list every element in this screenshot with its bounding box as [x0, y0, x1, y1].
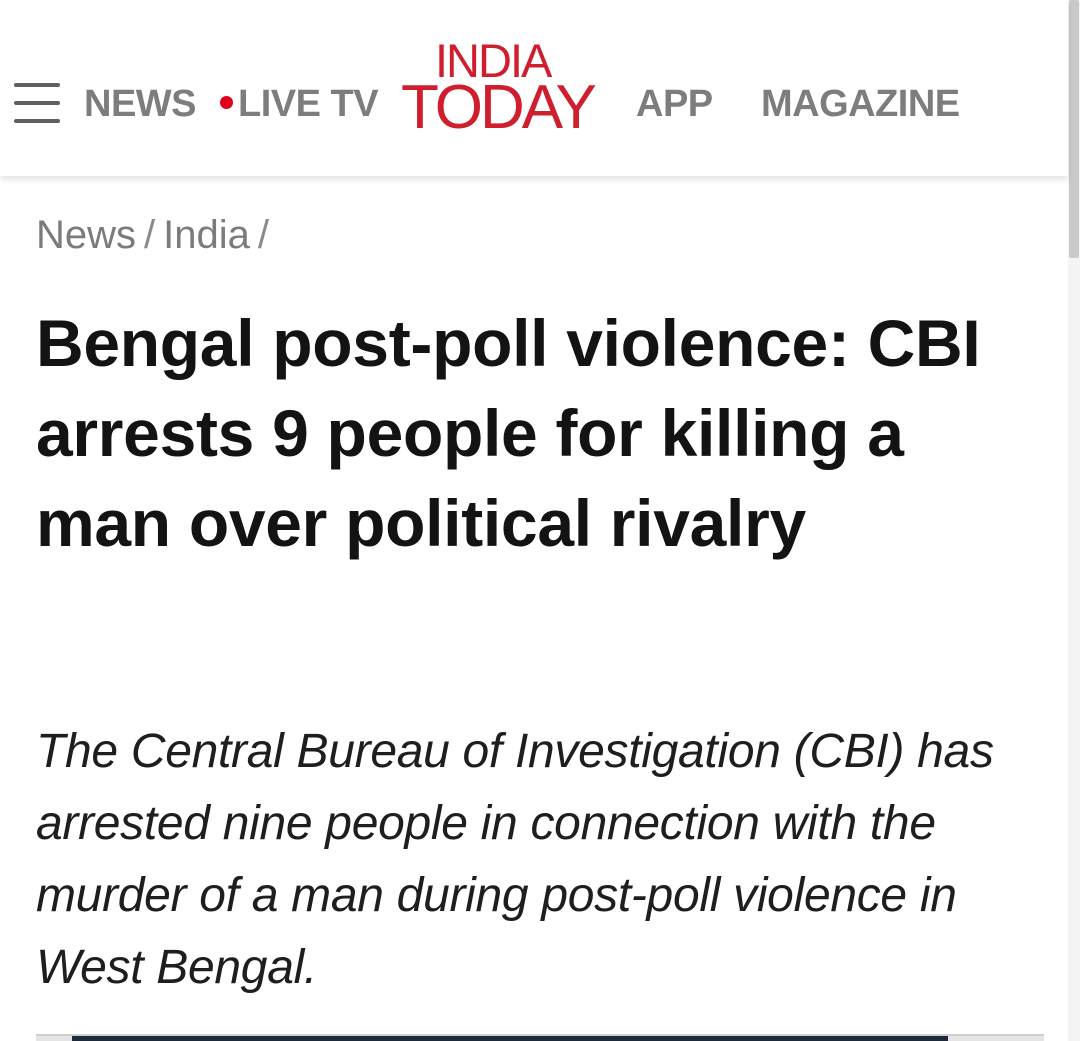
article-media-preview[interactable]	[36, 1034, 1044, 1041]
media-preview-image	[72, 1036, 948, 1041]
article-summary: The Central Bureau of Investigation (CBI…	[36, 725, 994, 994]
breadcrumb-item-india[interactable]: India	[163, 213, 250, 257]
breadcrumb-item-news[interactable]: News	[36, 213, 136, 257]
menu-line	[14, 101, 60, 105]
breadcrumb-separator: /	[257, 213, 270, 257]
scrollbar-track[interactable]	[1068, 0, 1080, 1041]
hamburger-menu-icon[interactable]	[14, 81, 60, 125]
nav-live-tv-link[interactable]: LIVE TV	[220, 80, 379, 128]
nav-magazine-link[interactable]: MAGAZINE	[761, 80, 960, 128]
breadcrumb: News / India /	[36, 210, 277, 260]
breadcrumb-separator: /	[144, 213, 156, 257]
nav-news-link[interactable]: NEWS	[84, 80, 197, 128]
menu-line	[14, 119, 60, 123]
article-page: NEWS LIVE TV INDIA TODAY APP MAGAZINE Ne…	[0, 0, 1080, 1041]
site-header: NEWS LIVE TV INDIA TODAY APP MAGAZINE	[0, 0, 1068, 176]
scrollbar-thumb[interactable]	[1069, 0, 1079, 258]
nav-app-link[interactable]: APP	[636, 80, 713, 128]
menu-line	[14, 83, 60, 87]
article-headline: Bengal post-poll violence: CBI arrests 9…	[36, 306, 981, 560]
logo-bottom-text: TODAY	[401, 73, 597, 142]
nav-live-tv-label: LIVE TV	[238, 83, 379, 125]
live-dot-icon	[220, 96, 233, 110]
india-today-logo[interactable]: INDIA TODAY	[399, 36, 613, 142]
